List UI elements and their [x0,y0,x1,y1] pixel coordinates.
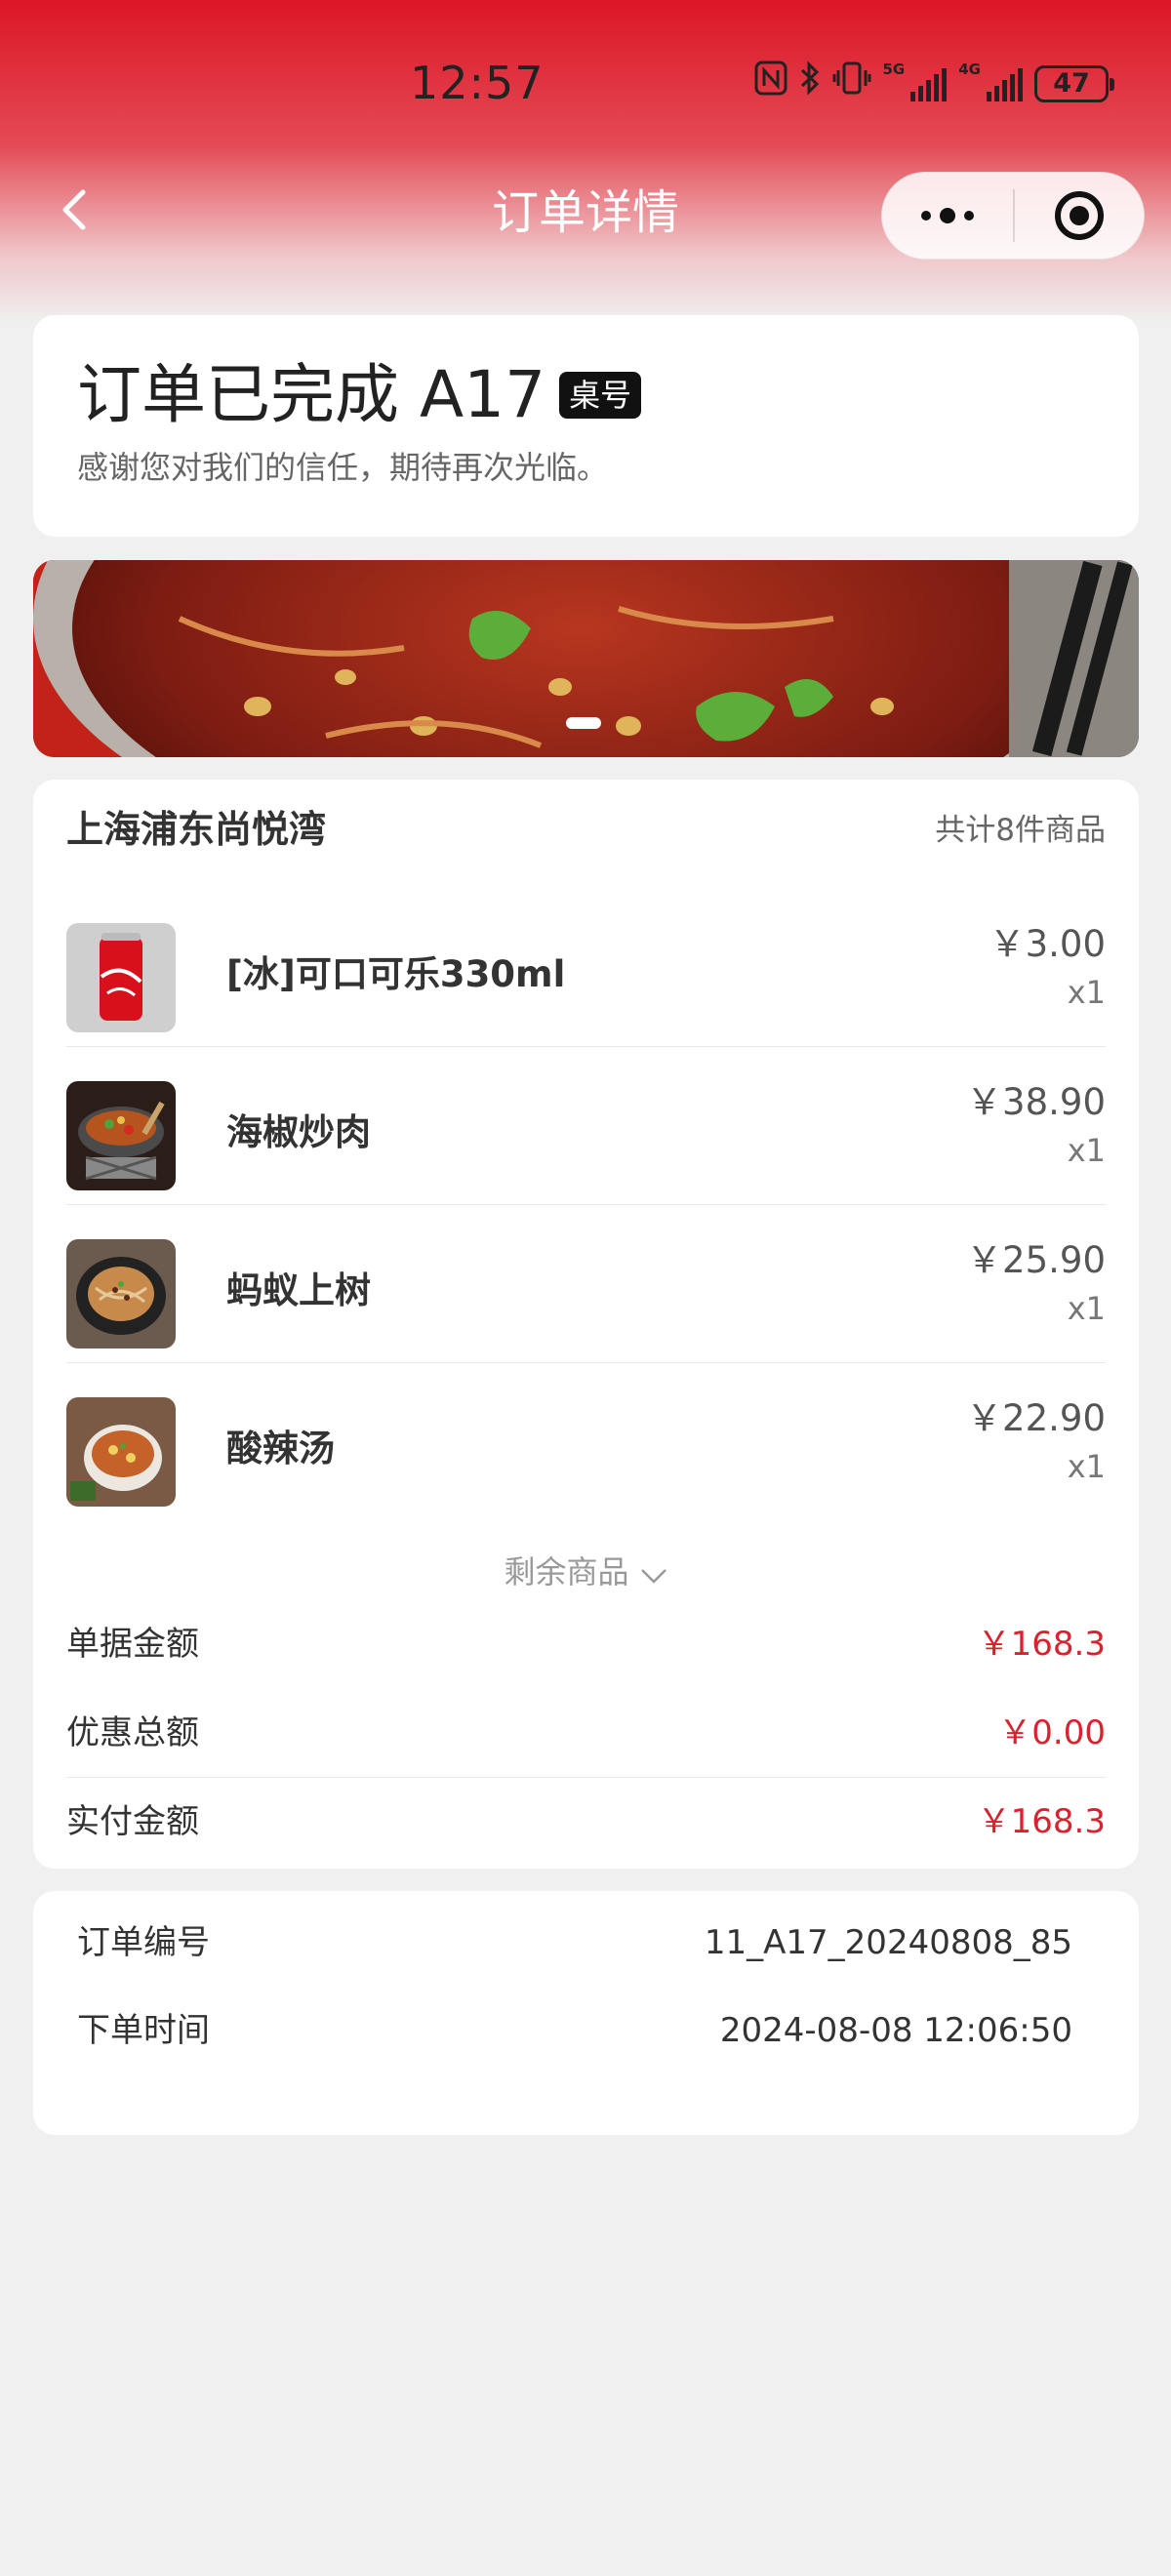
paid-value: ￥168.3 [977,1802,1106,1841]
order-status-subtitle: 感谢您对我们的信任，期待再次光临。 [77,449,609,486]
subtotal-value: ￥168.3 [977,1625,1106,1664]
paid-label: 实付金额 [66,1802,199,1841]
order-time-value: 2024-08-08 12:06:50 [719,2011,1072,2050]
target-close-icon [1054,191,1104,240]
vibrate-icon [832,60,871,106]
order-time-row: 下单时间 2024-08-08 12:06:50 [77,2001,1072,2060]
discount-row: 优惠总额 ￥0.00 [66,1699,1106,1767]
order-number-row: 订单编号 11_A17_20240808_85 [77,1913,1072,1972]
cola-can-image [66,923,176,1032]
bluetooth-icon [799,60,821,106]
item-price: ￥3.00 [989,923,1106,965]
battery-icon: 47 [1034,64,1114,102]
carousel-indicator [566,717,601,729]
chevron-down-icon [639,1552,668,1595]
network-4g-label: 4G [958,60,981,78]
food-banner[interactable] [33,560,1139,757]
nfc-icon [754,60,787,106]
order-status-text: 订单已完成 A17 [77,357,546,432]
more-items-label: 剩余商品 [504,1553,629,1590]
item-name: 蚂蚁上树 [226,1269,371,1311]
subtotal-row: 单据金额 ￥168.3 [66,1610,1106,1678]
order-status-card: 订单已完成 A17 桌号 感谢您对我们的信任，期待再次光临。 [33,315,1139,537]
order-item[interactable]: 酸辣汤 ￥22.90 x1 [66,1363,1106,1521]
show-more-items-button[interactable]: 剩余商品 [33,1550,1139,1595]
status-icons: 5G 4G 47 [754,60,1114,106]
paid-row: 实付金额 ￥168.3 [66,1788,1106,1856]
status-time: 12:57 [410,57,545,109]
mini-program-capsule [881,172,1145,260]
item-name: 海椒炒肉 [226,1111,371,1153]
order-time-label: 下单时间 [77,2011,210,2050]
order-item[interactable]: 蚂蚁上树 ￥25.90 x1 [66,1205,1106,1363]
item-name: [冰]可口可乐330ml [226,953,566,995]
item-price: ￥22.90 [966,1397,1106,1439]
divider [66,1777,1106,1778]
item-price: ￥38.90 [966,1081,1106,1123]
order-items-card: 上海浦东尚悦湾 共计8件商品 [冰]可口可乐330ml ￥3.00 x1 海椒炒… [33,780,1139,1869]
more-dots-icon [921,208,974,223]
item-quantity: x1 [1067,1448,1106,1485]
table-number-badge: 桌号 [559,372,642,419]
store-name: 上海浦东尚悦湾 [66,808,327,851]
subtotal-label: 单据金额 [66,1625,199,1664]
more-button[interactable] [882,172,1013,260]
network-5g-label: 5G [882,60,906,78]
item-quantity: x1 [1067,1132,1106,1169]
order-number-label: 订单编号 [77,1923,210,1962]
discount-value: ￥0.00 [998,1713,1106,1752]
signal-5g-icon [910,66,948,101]
item-quantity: x1 [1067,1290,1106,1327]
item-price: ￥25.90 [966,1239,1106,1281]
item-quantity: x1 [1067,974,1106,1011]
item-name: 酸辣汤 [226,1428,335,1469]
ants-climbing-tree-image [66,1239,176,1348]
close-button[interactable] [1015,172,1144,260]
status-bar: 12:57 5G 4G 47 [0,0,1171,171]
order-status-title: 订单已完成 A17 桌号 [77,356,642,434]
discount-label: 优惠总额 [66,1713,199,1752]
signal-4g-icon [987,66,1023,101]
order-number-value[interactable]: 11_A17_20240808_85 [705,1913,1072,1972]
hot-sour-soup-image [66,1397,176,1507]
order-item[interactable]: 海椒炒肉 ￥38.90 x1 [66,1047,1106,1205]
order-item[interactable]: [冰]可口可乐330ml ￥3.00 x1 [66,889,1106,1047]
stir-fried-pork-image [66,1081,176,1190]
item-count: 共计8件商品 [935,813,1106,848]
order-info-card: 订单编号 11_A17_20240808_85 下单时间 2024-08-08 … [33,1891,1139,2135]
